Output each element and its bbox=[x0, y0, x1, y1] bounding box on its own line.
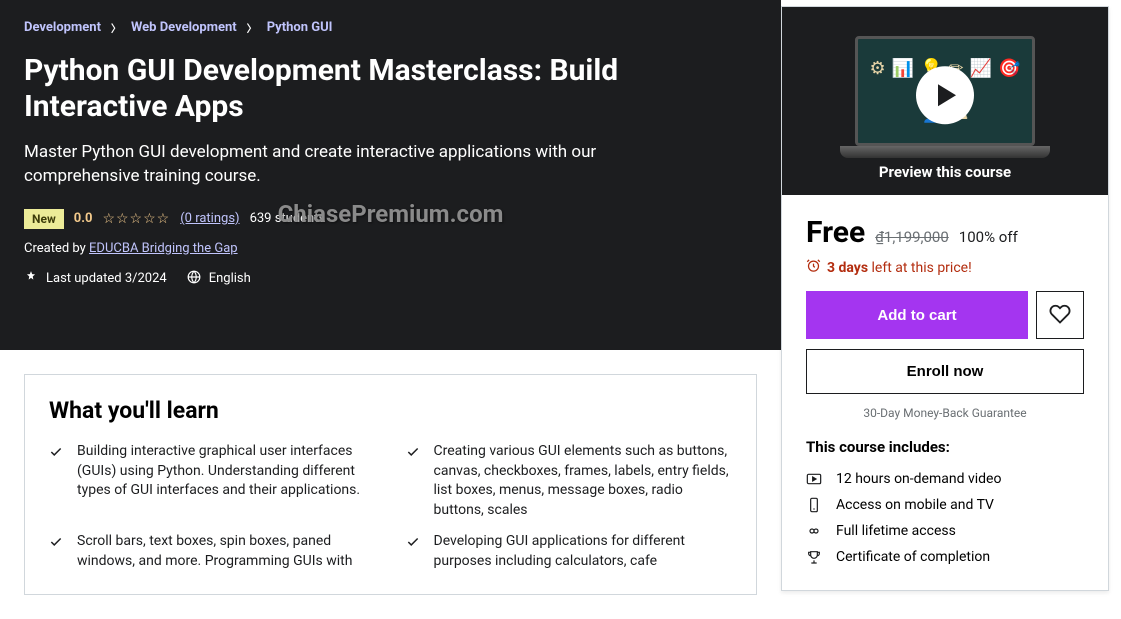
original-price: ₫1,199,000 bbox=[875, 228, 949, 246]
course-title: Python GUI Development Masterclass: Buil… bbox=[24, 53, 724, 125]
heart-icon bbox=[1049, 303, 1071, 328]
learn-item: Developing GUI applications for differen… bbox=[406, 532, 733, 571]
globe-icon bbox=[187, 270, 201, 288]
rating-value: 0.0 bbox=[74, 211, 93, 226]
learn-item: Creating various GUI elements such as bu… bbox=[406, 442, 733, 520]
urgency-message: 3 days left at this price! bbox=[806, 258, 1084, 277]
includes-title: This course includes: bbox=[806, 438, 1084, 456]
discount-percent: 100% off bbox=[959, 228, 1018, 246]
star-icons: ☆☆☆☆☆ bbox=[102, 211, 170, 227]
created-by: Created by EDUCBA Bridging the Gap bbox=[24, 241, 757, 256]
add-to-cart-button[interactable]: Add to cart bbox=[806, 291, 1028, 339]
last-updated-text: Last updated 3/2024 bbox=[46, 271, 167, 286]
course-subtitle: Master Python GUI development and create… bbox=[24, 141, 684, 189]
last-updated: Last updated 3/2024 bbox=[24, 270, 167, 288]
learn-item: Scroll bars, text boxes, spin boxes, pan… bbox=[49, 532, 376, 571]
purchase-card: ⚙📊💡✏ 📈🎯👤☁ Preview this course Free ₫1,19… bbox=[781, 6, 1109, 591]
includes-item: Certificate of completion bbox=[806, 544, 1084, 570]
infinity-icon bbox=[806, 523, 822, 539]
learn-item-text: Creating various GUI elements such as bu… bbox=[434, 442, 733, 520]
alarm-icon bbox=[806, 258, 821, 277]
author-link[interactable]: EDUCBA Bridging the Gap bbox=[89, 241, 238, 256]
check-icon bbox=[406, 445, 420, 520]
chevron-right-icon: 〉 bbox=[111, 20, 121, 35]
includes-item: Access on mobile and TV bbox=[806, 492, 1084, 518]
preview-video[interactable]: ⚙📊💡✏ 📈🎯👤☁ Preview this course bbox=[782, 7, 1108, 195]
breadcrumb-link[interactable]: Development bbox=[24, 20, 101, 35]
course-header: Development 〉 Web Development 〉 Python G… bbox=[0, 0, 781, 350]
guarantee-text: 30-Day Money-Back Guarantee bbox=[806, 406, 1084, 420]
language: English bbox=[187, 270, 251, 288]
language-text: English bbox=[209, 271, 251, 286]
chevron-right-icon: 〉 bbox=[247, 20, 257, 35]
includes-list: 12 hours on-demand video Access on mobil… bbox=[806, 466, 1084, 570]
student-count: 639 students bbox=[250, 211, 326, 226]
preview-label: Preview this course bbox=[879, 163, 1011, 181]
urgency-text: left at this price! bbox=[868, 260, 972, 276]
video-icon bbox=[806, 471, 822, 487]
urgency-days: 3 days bbox=[827, 260, 868, 276]
check-icon bbox=[49, 535, 63, 571]
wishlist-button[interactable] bbox=[1036, 291, 1084, 339]
what-youll-learn: What you'll learn Building interactive g… bbox=[24, 374, 757, 595]
play-icon bbox=[916, 66, 974, 124]
mobile-icon bbox=[806, 497, 822, 513]
trophy-icon bbox=[806, 549, 822, 565]
learn-item-text: Scroll bars, text boxes, spin boxes, pan… bbox=[77, 532, 376, 571]
breadcrumb: Development 〉 Web Development 〉 Python G… bbox=[24, 20, 757, 35]
includes-text: 12 hours on-demand video bbox=[836, 471, 1001, 487]
includes-item: Full lifetime access bbox=[806, 518, 1084, 544]
badge-icon bbox=[24, 270, 38, 288]
check-icon bbox=[406, 535, 420, 571]
rating-row: New 0.0 ☆☆☆☆☆ (0 ratings) 639 students bbox=[24, 209, 757, 229]
includes-item: 12 hours on-demand video bbox=[806, 466, 1084, 492]
includes-text: Certificate of completion bbox=[836, 549, 990, 565]
learn-item-text: Building interactive graphical user inte… bbox=[77, 442, 376, 520]
new-badge: New bbox=[24, 209, 64, 229]
breadcrumb-link[interactable]: Web Development bbox=[131, 20, 237, 35]
includes-text: Access on mobile and TV bbox=[836, 497, 994, 513]
created-by-label: Created by bbox=[24, 241, 89, 256]
ratings-link[interactable]: (0 ratings) bbox=[180, 211, 239, 226]
price: Free bbox=[806, 215, 865, 250]
learn-title: What you'll learn bbox=[49, 397, 732, 424]
learn-item-text: Developing GUI applications for differen… bbox=[434, 532, 733, 571]
includes-text: Full lifetime access bbox=[836, 523, 956, 539]
check-icon bbox=[49, 445, 63, 520]
breadcrumb-link[interactable]: Python GUI bbox=[267, 20, 333, 35]
learn-item: Building interactive graphical user inte… bbox=[49, 442, 376, 520]
enroll-button[interactable]: Enroll now bbox=[806, 349, 1084, 394]
